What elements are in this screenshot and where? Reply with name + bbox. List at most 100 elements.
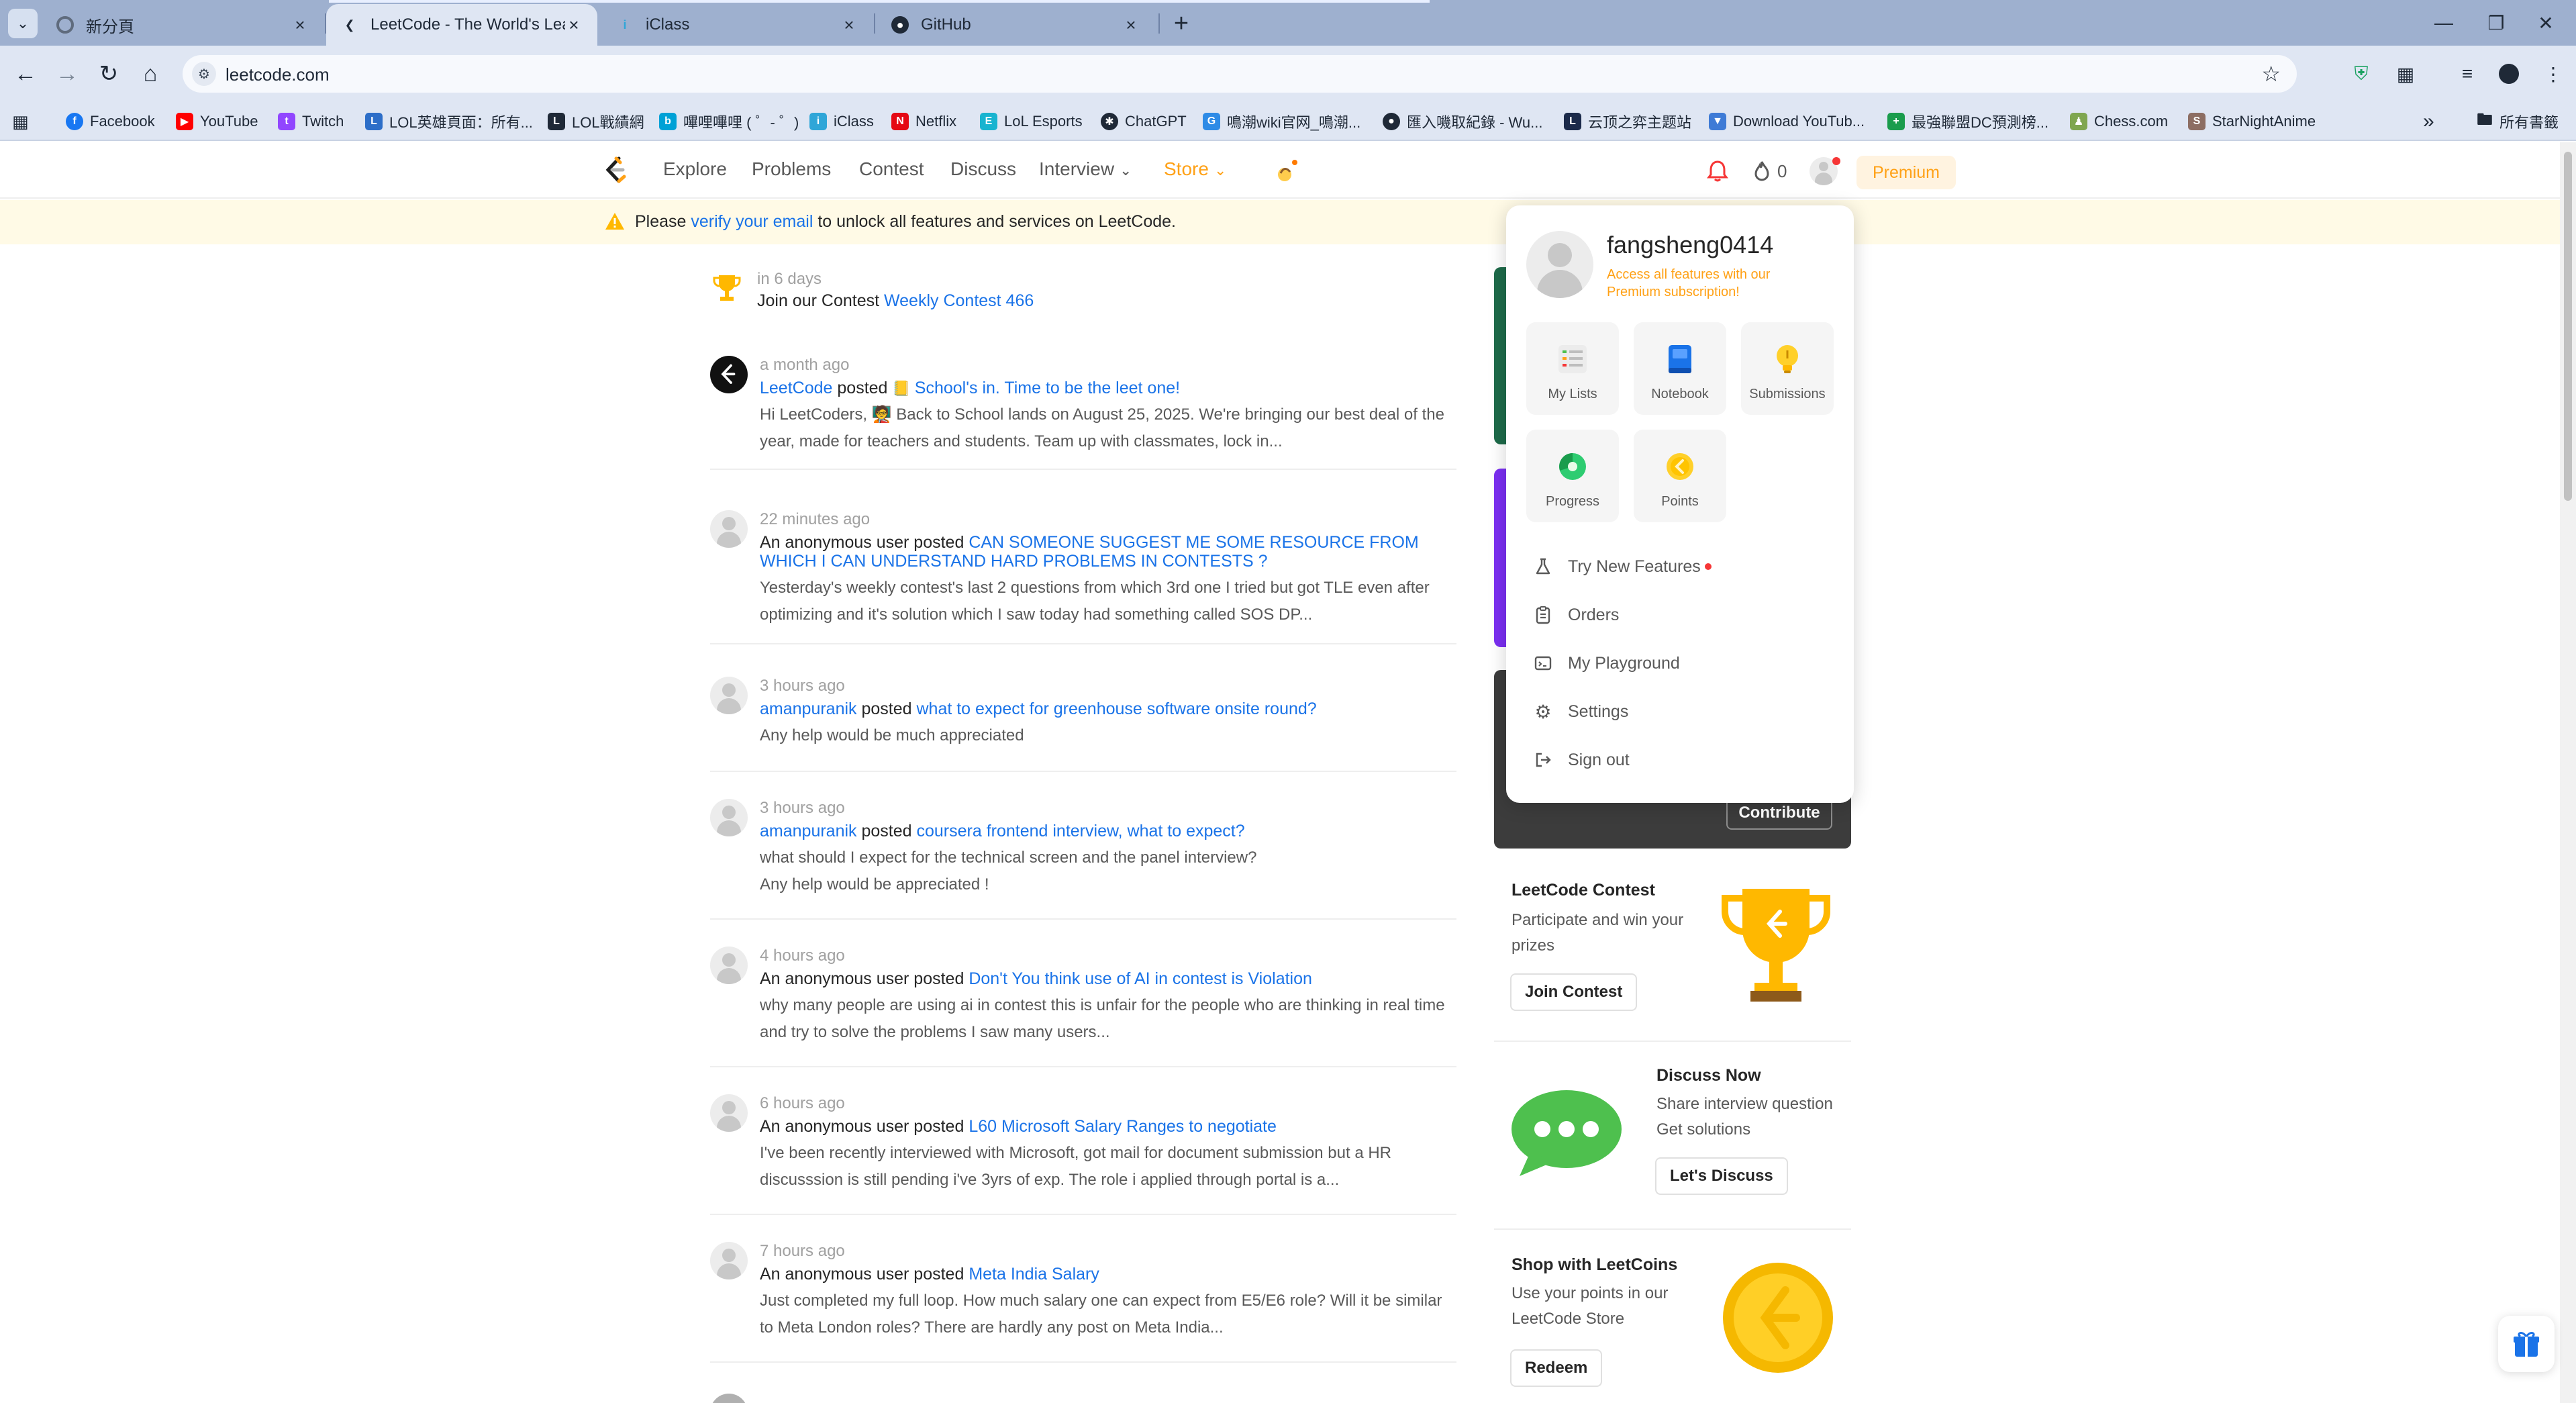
gift-icon bbox=[2514, 1332, 2539, 1357]
site-info-icon[interactable]: ⚙ bbox=[192, 62, 216, 86]
feed-author-link[interactable]: amanpuranik bbox=[760, 699, 857, 718]
tab-search-button[interactable]: ⌄ bbox=[8, 9, 38, 38]
close-icon[interactable]: × bbox=[565, 15, 583, 35]
tile-submissions[interactable]: Submissions bbox=[1741, 322, 1834, 415]
username[interactable]: fangsheng0414 bbox=[1607, 231, 1773, 259]
address-bar[interactable]: ⚙ leetcode.com ☆ bbox=[183, 55, 2297, 93]
feed-post-link[interactable]: Meta India Salary bbox=[969, 1265, 1099, 1284]
join-contest-button[interactable]: Join Contest bbox=[1510, 973, 1638, 1011]
close-icon[interactable]: × bbox=[291, 15, 309, 35]
bookmark-netflix[interactable]: N Netflix bbox=[891, 110, 956, 133]
tab-new-tab[interactable]: 新分頁 × bbox=[42, 4, 324, 46]
bell-icon[interactable] bbox=[1705, 158, 1730, 184]
all-bookmarks-button[interactable]: 🖿 所有書籤 bbox=[2477, 110, 2559, 133]
tile-points[interactable]: Points bbox=[1634, 430, 1726, 522]
feed-time: 22 minutes ago bbox=[760, 510, 871, 528]
nav-store[interactable]: Store ⌄ bbox=[1164, 158, 1226, 180]
page-scrollbar[interactable] bbox=[2560, 142, 2576, 1403]
tab-leetcode[interactable]: ❮ LeetCode - The World's Leadi × bbox=[326, 4, 597, 46]
streak-counter[interactable]: 0 bbox=[1752, 158, 1787, 184]
close-window-button[interactable]: ✕ bbox=[2509, 0, 2576, 46]
anonymous-avatar[interactable] bbox=[710, 510, 748, 548]
nav-explore[interactable]: Explore bbox=[663, 158, 727, 180]
bookmark-lol-heroes[interactable]: L LOL英雄頁面：所有... bbox=[365, 110, 533, 133]
tab-iclass[interactable]: i iClass × bbox=[601, 4, 873, 46]
chrome-menu-icon[interactable]: ⋮ bbox=[2541, 62, 2565, 86]
tile-my-lists[interactable]: My Lists bbox=[1526, 322, 1619, 415]
event-promo-icon[interactable] bbox=[1273, 158, 1299, 185]
extensions-icon[interactable]: ▦ bbox=[2393, 62, 2418, 86]
premium-button[interactable]: Premium bbox=[1856, 156, 1956, 189]
feed-excerpt: I've been recently interviewed with Micr… bbox=[760, 1144, 1391, 1189]
feed-post-link[interactable]: School's in. Time to be the leet one! bbox=[915, 379, 1180, 397]
premium-cta[interactable]: Access all features with our Premium sub… bbox=[1607, 266, 1808, 301]
menu-orders[interactable]: Orders bbox=[1533, 599, 1828, 631]
bookmark-iclass[interactable]: i iClass bbox=[809, 110, 874, 133]
reload-button[interactable]: ↻ bbox=[91, 56, 126, 91]
leetcode-logo-icon[interactable] bbox=[603, 156, 630, 185]
nav-interview[interactable]: Interview ⌄ bbox=[1039, 158, 1132, 180]
user-menu-dropdown: fangsheng0414 Access all features with o… bbox=[1506, 205, 1854, 803]
bookmark-yt-download[interactable]: ▼ Download YouTub... bbox=[1709, 110, 1865, 133]
tab-github[interactable]: ● GitHub × bbox=[877, 4, 1154, 46]
dropdown-avatar[interactable] bbox=[1526, 231, 1593, 298]
nav-contest[interactable]: Contest bbox=[859, 158, 924, 180]
weekly-contest-link[interactable]: Weekly Contest 466 bbox=[884, 291, 1034, 310]
tile-progress[interactable]: Progress bbox=[1526, 430, 1619, 522]
media-controls-icon[interactable]: ≡ bbox=[2455, 62, 2479, 86]
profile-avatar[interactable] bbox=[2497, 62, 2521, 86]
home-button[interactable]: ⌂ bbox=[133, 56, 168, 91]
bookmark-tft[interactable]: L 云顶之弈主题站 bbox=[1564, 110, 1691, 133]
feed-post-link[interactable]: coursera frontend interview, what to exp… bbox=[916, 822, 1244, 840]
bookmark-star-icon[interactable]: ☆ bbox=[2261, 61, 2281, 87]
scrollbar-thumb[interactable] bbox=[2564, 152, 2572, 501]
redeem-button[interactable]: Redeem bbox=[1510, 1349, 1603, 1387]
verify-email-link[interactable]: verify your email bbox=[691, 212, 813, 231]
warning-icon bbox=[604, 211, 626, 232]
user-avatar[interactable] bbox=[710, 799, 748, 836]
menu-try-new-features[interactable]: Try New Features bbox=[1533, 550, 1828, 583]
url-text[interactable]: leetcode.com bbox=[226, 64, 330, 85]
notebook-emoji-icon: 📒 bbox=[892, 380, 911, 397]
feed-post-link[interactable]: L60 Microsoft Salary Ranges to negotiate bbox=[969, 1117, 1277, 1136]
feed-post-link[interactable]: what to expect for greenhouse software o… bbox=[916, 699, 1316, 718]
user-avatar[interactable] bbox=[710, 1394, 748, 1403]
nav-problems[interactable]: Problems bbox=[752, 158, 831, 180]
tile-notebook[interactable]: Notebook bbox=[1634, 322, 1726, 415]
back-button[interactable]: ← bbox=[8, 56, 43, 91]
bookmark-wuwa-tracker[interactable]: ● 匯入嘰取紀錄 - Wu... bbox=[1383, 110, 1543, 133]
gift-button[interactable] bbox=[2498, 1316, 2555, 1372]
feed-author-link[interactable]: LeetCode bbox=[760, 379, 832, 397]
bookmark-youtube[interactable]: ▶ YouTube bbox=[176, 110, 258, 133]
bookmark-starnight[interactable]: S StarNightAnime bbox=[2188, 110, 2316, 133]
bookmark-label: 鳴潮wiki官网_鳴潮... bbox=[1227, 114, 1361, 131]
menu-sign-out[interactable]: Sign out bbox=[1533, 744, 1828, 776]
feed-post-link[interactable]: Don't You think use of AI in contest is … bbox=[969, 969, 1312, 988]
bookmark-lol-esports[interactable]: E LoL Esports bbox=[980, 110, 1083, 133]
menu-settings[interactable]: ⚙ Settings bbox=[1533, 695, 1828, 728]
nav-discuss[interactable]: Discuss bbox=[950, 158, 1016, 180]
apps-icon[interactable]: ▦ bbox=[12, 110, 29, 133]
bookmark-facebook[interactable]: f Facebook bbox=[66, 110, 155, 133]
user-avatar[interactable] bbox=[710, 677, 748, 714]
lets-discuss-button[interactable]: Let's Discuss bbox=[1655, 1157, 1788, 1195]
close-icon[interactable]: × bbox=[1122, 15, 1140, 35]
leetcode-avatar[interactable] bbox=[710, 356, 748, 393]
close-icon[interactable]: × bbox=[840, 15, 858, 35]
anonymous-avatar[interactable] bbox=[710, 947, 748, 984]
anonymous-avatar[interactable] bbox=[710, 1242, 748, 1279]
bookmark-lol-stats[interactable]: L LOL戰績網 bbox=[548, 110, 644, 133]
bookmark-chess[interactable]: ♟ Chess.com bbox=[2070, 110, 2168, 133]
bookmark-wuthering-wiki[interactable]: G 鳴潮wiki官网_鳴潮... bbox=[1203, 110, 1360, 133]
forward-button[interactable]: → bbox=[50, 56, 85, 91]
bookmarks-overflow-button[interactable]: » bbox=[2423, 110, 2434, 133]
bookmark-bilibili[interactable]: b 嗶哩嗶哩 ( ゜- ゜) bbox=[659, 110, 799, 133]
shield-extension-icon[interactable]: ⛨ bbox=[2349, 62, 2373, 86]
bookmark-twitch[interactable]: t Twitch bbox=[278, 110, 344, 133]
feed-author-link[interactable]: amanpuranik bbox=[760, 822, 857, 840]
bookmark-dc-predict[interactable]: + 最強聯盟DC預測榜... bbox=[1887, 110, 2048, 133]
new-tab-button[interactable]: + bbox=[1168, 9, 1195, 38]
menu-my-playground[interactable]: My Playground bbox=[1533, 647, 1828, 679]
anonymous-avatar[interactable] bbox=[710, 1094, 748, 1132]
bookmark-chatgpt[interactable]: ✱ ChatGPT bbox=[1101, 110, 1187, 133]
